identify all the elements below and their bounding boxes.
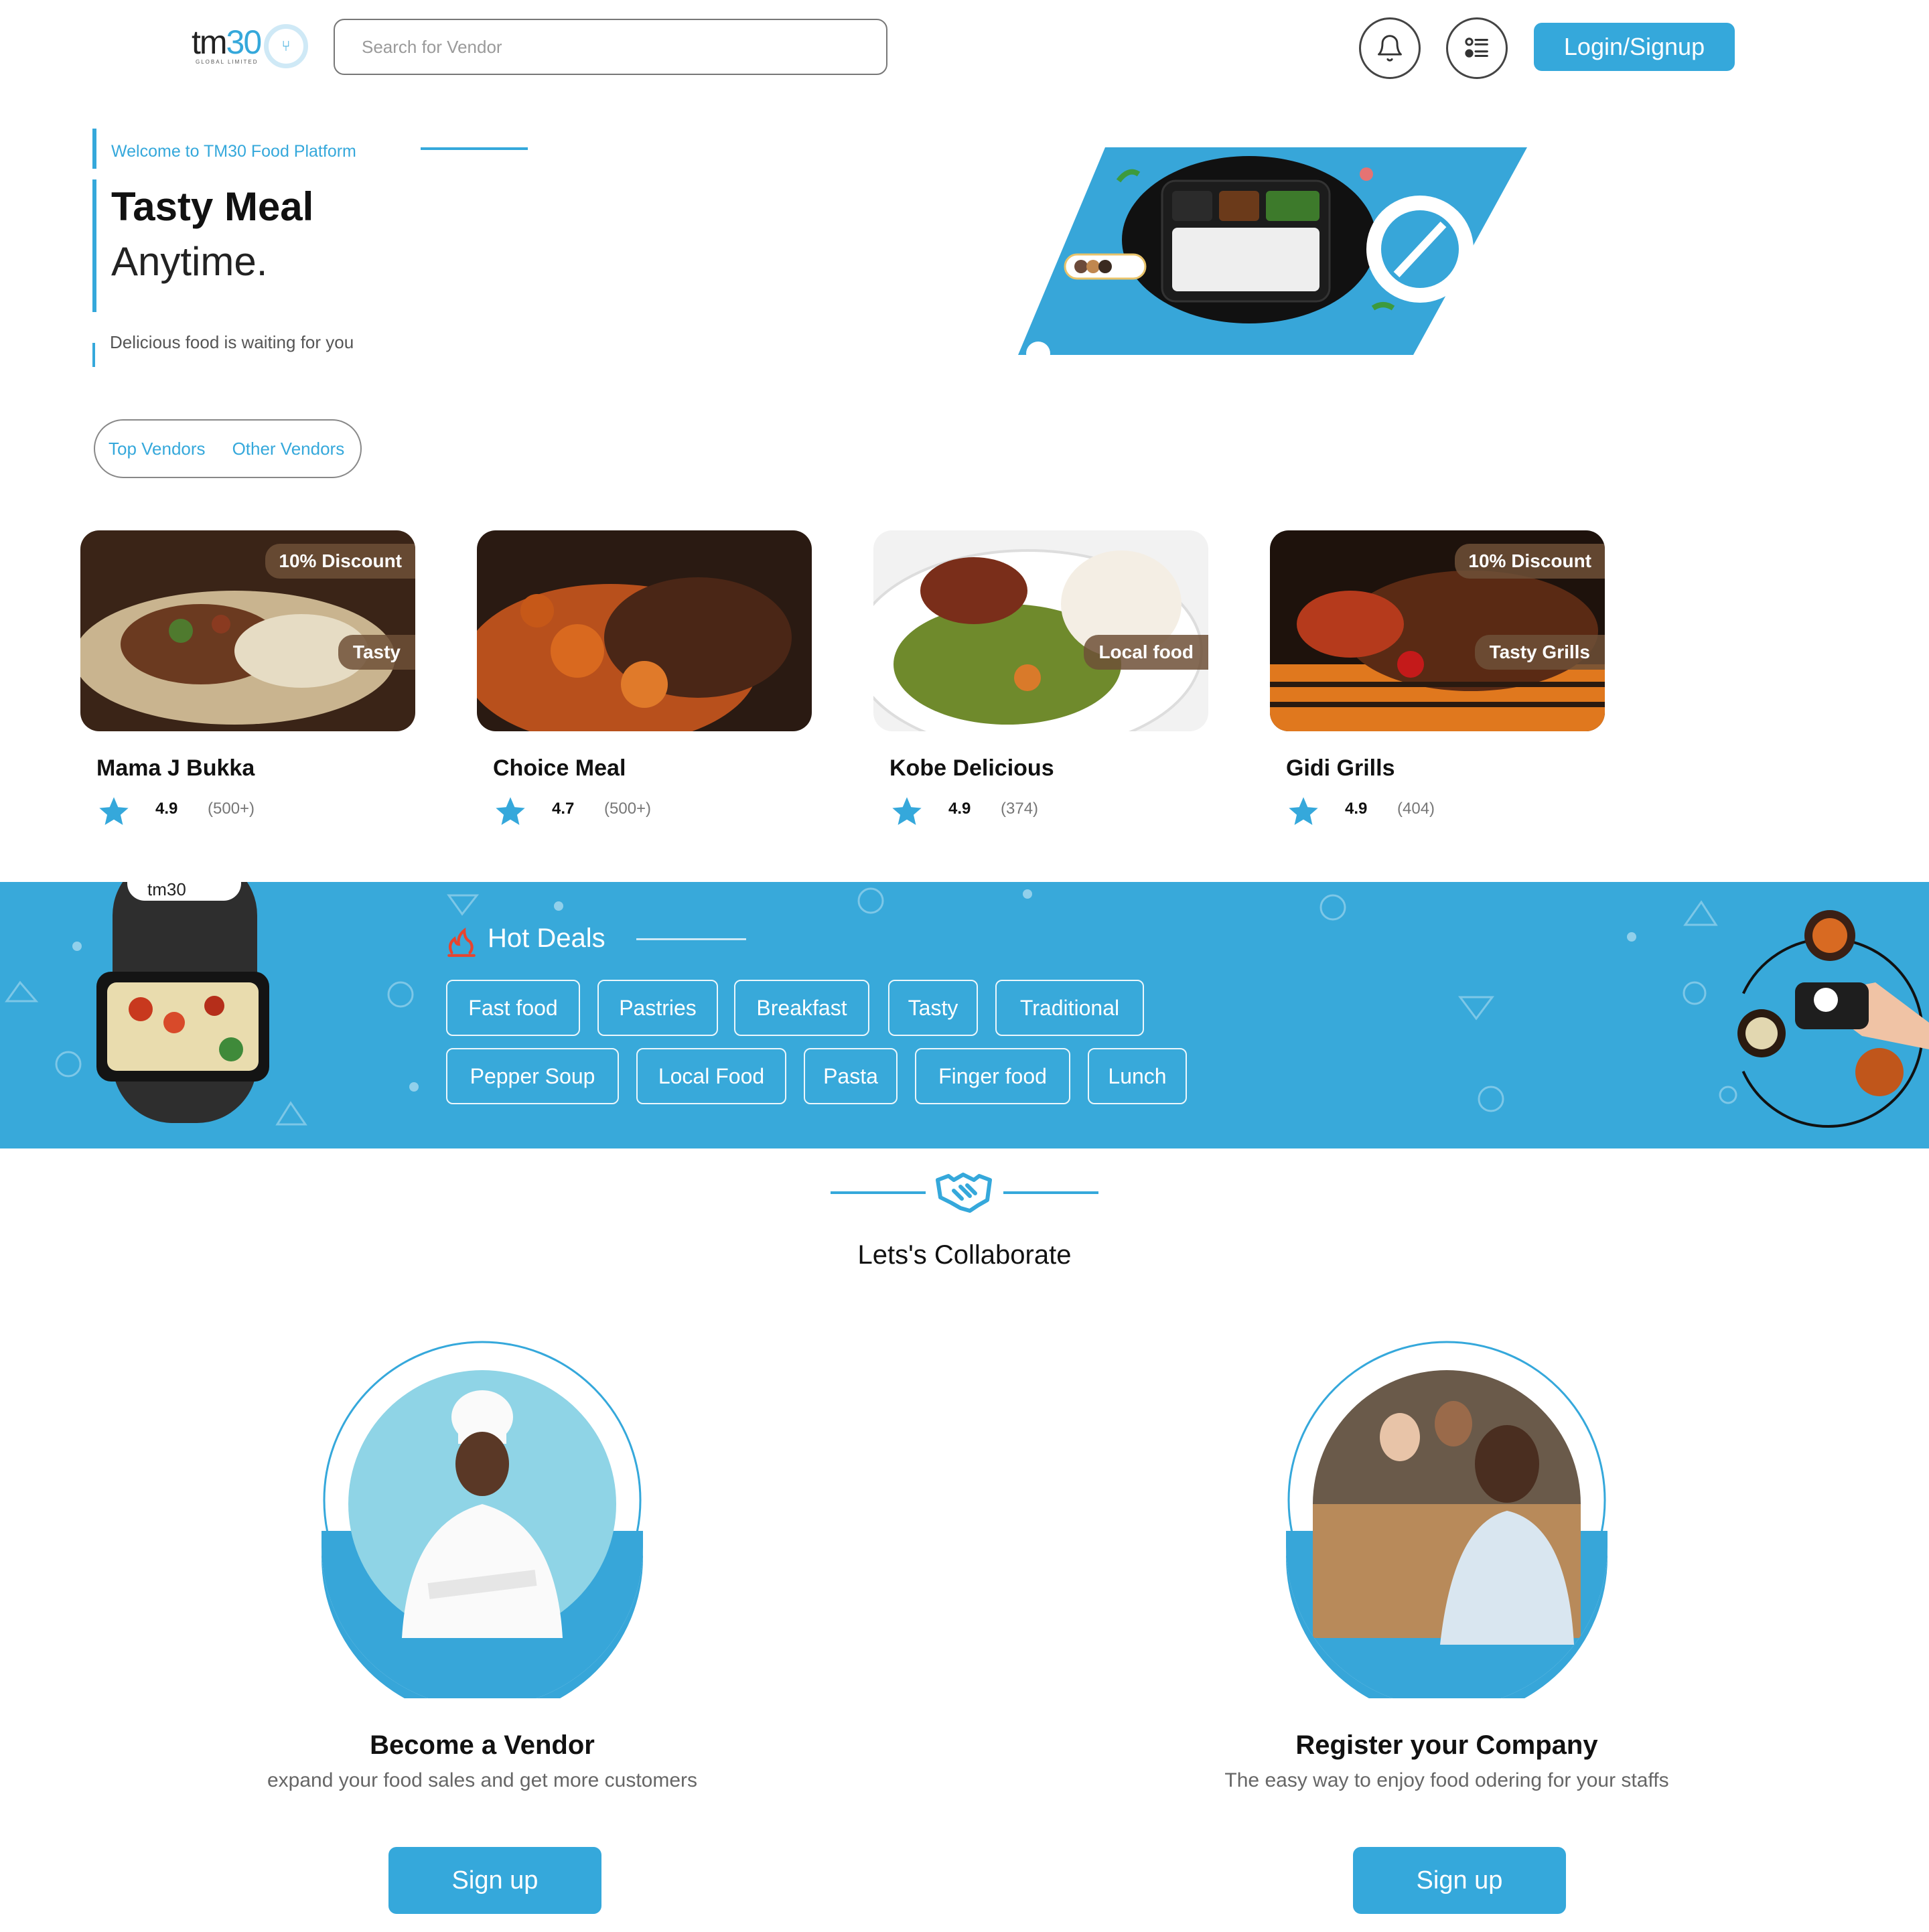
- category-chip[interactable]: Fast food: [446, 980, 580, 1036]
- star-icon: [892, 797, 922, 825]
- category-chip[interactable]: Breakfast: [734, 980, 869, 1036]
- logo-subtitle: GLOBAL LIMITED: [196, 59, 259, 65]
- login-signup-button[interactable]: Login/Signup: [1534, 23, 1735, 71]
- vendor-tabs: Top Vendors Other Vendors: [94, 419, 362, 478]
- vendor-rating: 4.9: [1345, 800, 1368, 818]
- vendor-name: Gidi Grills: [1286, 755, 1395, 781]
- accent-bar: [92, 179, 96, 312]
- vendor-card[interactable]: Local food Kobe Delicious 4.9 (374): [873, 530, 1208, 825]
- vendor-review-count: (500+): [208, 800, 255, 818]
- category-chip[interactable]: Pepper Soup: [446, 1048, 619, 1104]
- vendor-card[interactable]: 10% Discount Tasty Grills Gidi Grills 4.…: [1270, 530, 1605, 825]
- vendor-image: 10% Discount Tasty Grills: [1270, 530, 1605, 731]
- vendor-name: Kobe Delicious: [889, 755, 1054, 781]
- tag-badge: Tasty: [338, 635, 415, 670]
- vendor-review-count: (404): [1397, 800, 1435, 818]
- register-company-heading: Register your Company: [1295, 1730, 1598, 1760]
- hot-deals-title: Hot Deals: [488, 923, 605, 953]
- tag-badge: Tasty Grills: [1474, 635, 1605, 670]
- vendor-signup-button[interactable]: Sign up: [388, 1847, 601, 1914]
- accent-bar: [92, 129, 96, 169]
- collab-divider-left: [831, 1191, 926, 1194]
- category-chip[interactable]: Local Food: [636, 1048, 786, 1104]
- become-vendor-subtext: expand your food sales and get more cust…: [267, 1769, 698, 1791]
- discount-badge: 10% Discount: [1455, 544, 1605, 579]
- vendor-rating: 4.9: [155, 800, 178, 818]
- vendor-rating: 4.7: [552, 800, 575, 818]
- vendor-card[interactable]: Choice Meal 4.7 (500+): [477, 530, 812, 825]
- logo-text: tm: [192, 23, 228, 61]
- vendor-card[interactable]: 10% Discount Tasty Mama J Bukka 4.9 (500…: [80, 530, 415, 825]
- vendor-rating: 4.9: [948, 800, 971, 818]
- category-chip[interactable]: Lunch: [1088, 1048, 1187, 1104]
- register-company-subtext: The easy way to enjoy food odering for y…: [1224, 1769, 1669, 1791]
- handshake-icon: [936, 1173, 992, 1213]
- vendor-image: 10% Discount Tasty: [80, 530, 415, 731]
- hero-food-illustration: [1018, 147, 1527, 362]
- hot-deals-section: tm30 Hot Deals Fast food Pastries Breakf…: [0, 882, 1929, 1148]
- menu-button[interactable]: [1446, 17, 1508, 79]
- vendor-name: Choice Meal: [493, 755, 626, 781]
- collab-divider-right: [1003, 1191, 1098, 1194]
- notifications-button[interactable]: [1359, 17, 1421, 79]
- welcome-divider: [421, 147, 528, 150]
- tag-badge: Local food: [1084, 635, 1208, 670]
- chef-illustration: [322, 1341, 643, 1698]
- star-icon: [1289, 797, 1318, 825]
- become-vendor-heading: Become a Vendor: [370, 1730, 595, 1760]
- menu-list-icon: [1465, 38, 1488, 58]
- company-signup-button[interactable]: Sign up: [1353, 1847, 1566, 1914]
- vendor-image: [477, 530, 812, 731]
- vendor-image: Local food: [873, 530, 1208, 731]
- star-icon: [99, 797, 129, 825]
- fork-spoon-icon: ⑂: [264, 24, 308, 68]
- logo-number: 30: [226, 23, 263, 61]
- office-lunch-illustration: [1286, 1341, 1608, 1698]
- collaborate-title: Lets's Collaborate: [857, 1240, 1072, 1270]
- hero-tagline: Delicious food is waiting for you: [110, 332, 354, 352]
- discount-badge: 10% Discount: [265, 544, 415, 579]
- category-chip[interactable]: Finger food: [915, 1048, 1070, 1104]
- fire-icon: [447, 927, 476, 957]
- vendor-review-count: (500+): [604, 800, 652, 818]
- accent-bar: [92, 343, 95, 367]
- welcome-text: Welcome to TM30 Food Platform: [111, 142, 356, 161]
- hot-deals-divider: [636, 938, 746, 940]
- brand-logo[interactable]: tm30 GLOBAL LIMITED ⑂: [192, 23, 309, 71]
- hero-subtitle: Anytime.: [111, 239, 268, 284]
- category-chip[interactable]: Pastries: [597, 980, 718, 1036]
- vendor-name: Mama J Bukka: [96, 755, 255, 781]
- svg-text:tm30: tm30: [147, 882, 186, 899]
- category-chip[interactable]: Pasta: [804, 1048, 898, 1104]
- category-chip[interactable]: Tasty: [888, 980, 978, 1036]
- bell-icon: [1378, 35, 1402, 62]
- tab-top-vendors[interactable]: Top Vendors: [109, 439, 206, 459]
- tab-other-vendors[interactable]: Other Vendors: [232, 439, 345, 459]
- star-icon: [496, 797, 525, 825]
- hero-title: Tasty Meal: [111, 184, 314, 229]
- vendor-review-count: (374): [1001, 800, 1039, 818]
- category-chip[interactable]: Traditional: [995, 980, 1144, 1036]
- search-input[interactable]: [334, 19, 887, 75]
